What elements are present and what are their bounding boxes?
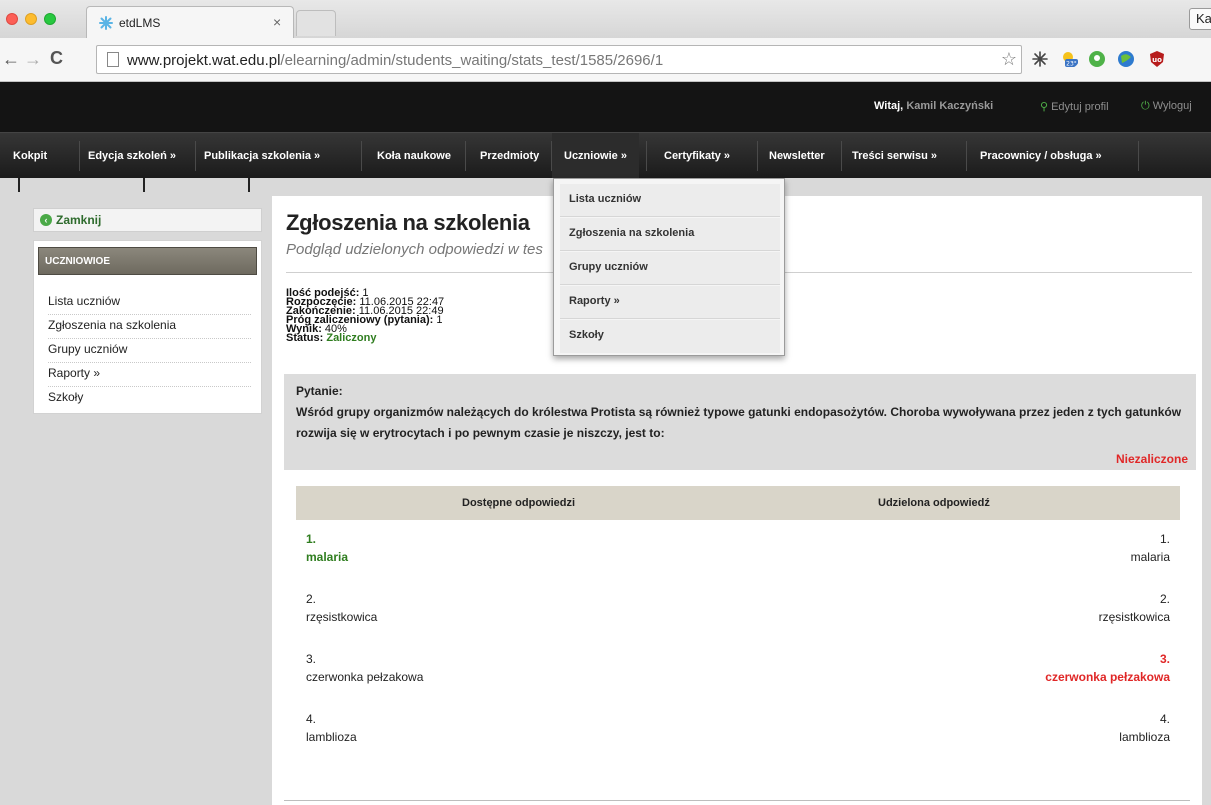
close-circle-icon: ‹ [40, 214, 52, 226]
available-answer-text: lamblioza [306, 730, 357, 744]
welcome-text: Witaj, Kamil Kaczyński [874, 100, 994, 112]
power-icon: ⏻ [1141, 100, 1150, 112]
question-box: Pytanie: Wśród grupy organizmów należący… [284, 374, 1196, 470]
dropdown-item-zgloszenia[interactable]: Zgłoszenia na szkolenia [560, 218, 780, 251]
given-answer-header: Udzielona odpowiedź [878, 497, 990, 509]
sidebar-item-zgloszenia[interactable]: Zgłoszenia na szkolenia [48, 315, 251, 339]
window-zoom-button[interactable] [44, 13, 56, 25]
edit-profile-link[interactable]: ⚲ Edytuj profil [1040, 100, 1109, 113]
evernote-extension-icon[interactable] [1088, 50, 1106, 68]
menu-item-kola-naukowe[interactable]: Koła naukowe [377, 133, 451, 179]
available-answer-number: 2. [306, 592, 317, 606]
weather-extension-icon[interactable]: 23° [1061, 50, 1079, 68]
svg-text:uo: uo [1152, 56, 1162, 64]
dropdown-item-grupy-uczniow[interactable]: Grupy uczniów [560, 252, 780, 285]
uczniowie-dropdown: Lista uczniów Zgłoszenia na szkolenia Gr… [553, 178, 785, 356]
sidebar-item-grupy-uczniow[interactable]: Grupy uczniów [48, 339, 251, 363]
dropdown-item-szkoly[interactable]: Szkoły [560, 320, 780, 353]
question-label: Pytanie: [296, 384, 343, 398]
menu-item-przedmioty[interactable]: Przedmioty [480, 133, 539, 179]
available-answers-header: Dostępne odpowiedzi [462, 497, 576, 509]
window-close-button[interactable] [6, 13, 18, 25]
sidebar-panel: UCZNIOWIOE Lista uczniów Zgłoszenia na s… [33, 240, 262, 414]
menu-item-tresci-serwisu[interactable]: Treści serwisu » [852, 133, 937, 179]
tab-close-icon[interactable]: × [273, 14, 281, 30]
back-arrow-icon[interactable]: ← [2, 49, 20, 70]
answer-row: 3. czerwonka pełzakowa 3. czerwonka pełz… [296, 652, 1180, 712]
available-answer-text: czerwonka pełzakowa [306, 670, 424, 684]
answers-header: Dostępne odpowiedzi Udzielona odpowiedź [296, 486, 1180, 520]
reload-icon[interactable]: C [50, 48, 63, 69]
browser-tab-bar: etdLMS × Ka [0, 0, 1211, 38]
available-answer-number: 3. [306, 652, 317, 666]
question-result: Niezaliczone [1115, 452, 1188, 466]
tab-title: etdLMS [119, 16, 161, 30]
page-subtitle: Podgląd udzielonych odpowiedzi w tes [286, 241, 543, 258]
given-answer-number: 2. [1159, 592, 1170, 606]
ublock-shield-icon[interactable]: uo [1148, 50, 1166, 68]
answer-row: 1. malaria 1. malaria [296, 532, 1180, 592]
profile-button[interactable]: Ka [1189, 8, 1211, 30]
window-minimize-button[interactable] [25, 13, 37, 25]
page-icon [107, 52, 119, 67]
dropdown-item-lista-uczniow[interactable]: Lista uczniów [560, 184, 780, 217]
user-icon: ⚲ [1040, 101, 1049, 113]
sidebar-item-szkoly[interactable]: Szkoły [48, 387, 251, 411]
answer-row: 2. rzęsistkowica 2. rzęsistkowica [296, 592, 1180, 652]
page-title: Zgłoszenia na szkolenia [286, 210, 530, 235]
asterisk-favicon-icon [99, 16, 113, 30]
site-header: Witaj, Kamil Kaczyński ⚲ Edytuj profil ⏻ W… [0, 82, 1211, 132]
browser-tab-active[interactable]: etdLMS × [86, 6, 294, 38]
given-answer-number: 3. [1159, 652, 1170, 666]
close-label: Zamknij [56, 213, 102, 227]
available-answer-number: 1. [306, 532, 317, 546]
bookmark-star-icon[interactable]: ☆ [1001, 49, 1017, 70]
available-answer-number: 4. [306, 712, 317, 726]
given-answer-text: lamblioza [1119, 730, 1170, 744]
menu-item-newsletter[interactable]: Newsletter [769, 133, 825, 179]
url-text: www.projekt.wat.edu.pl/elearning/admin/s… [127, 52, 664, 69]
address-bar[interactable]: www.projekt.wat.edu.pl/elearning/admin/s… [96, 45, 1022, 74]
globe-extension-icon[interactable] [1117, 50, 1135, 68]
menu-item-publikacja-szkolenia[interactable]: Publikacja szkolenia » [204, 133, 320, 179]
given-answer-text: czerwonka pełzakowa [1045, 670, 1170, 684]
browser-toolbar: ← → C www.projekt.wat.edu.pl/elearning/a… [0, 38, 1211, 82]
question-text: Wśród grupy organizmów należących do kró… [296, 405, 1182, 440]
new-tab-button[interactable] [296, 10, 336, 36]
menu-item-kokpit[interactable]: Kokpit [13, 133, 47, 179]
available-answer-text: rzęsistkowica [306, 610, 378, 624]
extension-bug-icon[interactable] [1031, 50, 1049, 68]
close-sidebar-button[interactable]: ‹ Zamknij [33, 208, 262, 232]
given-answer-number: 4. [1159, 712, 1170, 726]
sidebar-section-title: UCZNIOWIOE [38, 247, 257, 275]
meta-status: Status: Zaliczony [286, 332, 377, 344]
attempt-meta: Ilość podejść: 1 Rozpoczęcie: 11.06.2015… [286, 288, 444, 344]
dropdown-item-raporty[interactable]: Raporty » [560, 286, 780, 319]
menu-item-certyfikaty[interactable]: Certyfikaty » [664, 133, 730, 179]
given-answer-text: malaria [1130, 550, 1170, 564]
given-answer-number: 1. [1159, 532, 1170, 546]
menu-item-uczniowie[interactable]: Uczniowie » [552, 133, 639, 179]
forward-arrow-icon[interactable]: → [24, 49, 42, 70]
available-answer-text: malaria [306, 550, 349, 564]
sidebar-item-raporty[interactable]: Raporty » [48, 363, 251, 387]
logout-link[interactable]: ⏻ Wyloguj [1141, 100, 1192, 113]
menu-item-edycja-szkolen[interactable]: Edycja szkoleń » [88, 133, 176, 179]
given-answer-text: rzęsistkowica [1098, 610, 1170, 624]
sidebar-item-lista-uczniow[interactable]: Lista uczniów [48, 291, 251, 315]
answer-row: 4. lamblioza 4. lamblioza [296, 712, 1180, 772]
menu-item-pracownicy-obsluga[interactable]: Pracownicy / obsługa » [980, 133, 1102, 179]
main-menu: Kokpit Edycja szkoleń » Publikacja szkol… [0, 132, 1211, 179]
